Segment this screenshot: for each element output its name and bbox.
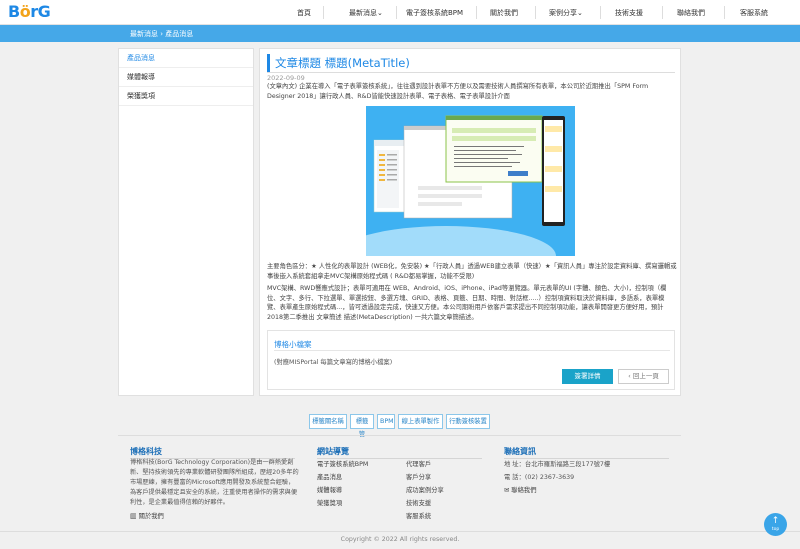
article-title: 文章標題 標題(MetaTitle) bbox=[267, 54, 675, 72]
sidebar-item-media[interactable]: 媒體報導 bbox=[119, 68, 253, 87]
tag-item[interactable]: 標籤管 bbox=[350, 414, 374, 438]
footer-divider bbox=[118, 435, 681, 436]
article-hero-image bbox=[366, 106, 575, 256]
chevron-down-icon: ⌄ bbox=[377, 9, 383, 17]
footer-sitemap-title: 網站導覽 bbox=[317, 447, 349, 456]
footer-contact-title: 聯絡資訊 bbox=[504, 447, 536, 456]
nav-cases-label: 案例分享 bbox=[549, 9, 577, 17]
footer-link-media[interactable]: 媒體報導 bbox=[317, 485, 342, 494]
sidebar-item-product-news[interactable]: 產品消息 bbox=[119, 49, 253, 68]
nav-divider bbox=[724, 6, 725, 19]
footer-link-service[interactable]: 客服系統 bbox=[406, 511, 431, 520]
article-panel: 文章標題 標題(MetaTitle) 2022-09-09 (文章內文) 企業在… bbox=[259, 48, 681, 396]
tag-item[interactable]: BPM bbox=[377, 414, 395, 429]
chevron-down-icon: ⌄ bbox=[577, 9, 583, 17]
site-header: BörG 首頁 最新消息⌄ 電子簽核系統BPM 關於我們 案例分享⌄ 技術支援 … bbox=[0, 0, 800, 25]
nav-contact[interactable]: 聯絡我們 bbox=[677, 8, 705, 18]
tag-item[interactable]: 行動簽核裝置 bbox=[446, 414, 490, 429]
logo-rg: rG bbox=[30, 2, 51, 21]
nav-bpm[interactable]: 電子簽核系統BPM bbox=[406, 8, 463, 18]
footer-link-bpm[interactable]: 電子簽核系統BPM bbox=[317, 459, 368, 468]
details-button[interactable]: 簽署詳情 bbox=[562, 369, 613, 384]
footer-link-product-news[interactable]: 產品消息 bbox=[317, 472, 342, 481]
nav-cases[interactable]: 案例分享⌄ bbox=[549, 8, 583, 18]
tag-item[interactable]: 標籤關名稱 bbox=[309, 414, 347, 429]
card-title: 博格小檔案 bbox=[274, 340, 312, 349]
article-date: 2022-09-09 bbox=[267, 74, 305, 82]
nav-divider bbox=[600, 6, 601, 19]
nav-news-label: 最新消息 bbox=[349, 9, 377, 17]
tag-item[interactable]: 線上表單製作 bbox=[398, 414, 443, 429]
breadcrumb-bar: 最新消息 › 產品消息 bbox=[0, 25, 800, 42]
category-sidebar: 產品消息 媒體報導 榮獲獎項 bbox=[118, 48, 254, 396]
back-button[interactable]: ‹ 回上一頁 bbox=[618, 369, 669, 384]
footer-company-title: 博格科技 bbox=[130, 447, 162, 456]
back-to-top-button[interactable]: ↑ top bbox=[764, 513, 787, 536]
footer-contact-label: 聯絡我們 bbox=[511, 487, 537, 494]
nav-divider bbox=[323, 6, 324, 19]
footer-address: 地 址：台北市羅斯福路三段177號7樓 bbox=[504, 461, 611, 468]
footer-about-link[interactable]: ▥ 關於我們 bbox=[130, 511, 164, 520]
footer-link-agents[interactable]: 代理客戶 bbox=[406, 459, 431, 468]
mail-icon: ✉ bbox=[504, 487, 510, 494]
nav-news[interactable]: 最新消息⌄ bbox=[349, 8, 383, 18]
copyright-text: Copyright © 2022 All rights reserved. bbox=[340, 536, 460, 543]
card-text: (對應MISPortal 每篇文章寫的博格小檔案) bbox=[274, 359, 393, 366]
tag-list: 標籤關名稱 標籤管 BPM 線上表單製作 行動簽核裝置 bbox=[0, 414, 800, 438]
footer-company-text: 博格科技(BorG Technology Corporation)是由一群熱愛創… bbox=[130, 459, 299, 506]
article-intro: (文章內文) 企業在導入「電子表單簽核系統」，往往遇到設計表單不方便以及需要技術… bbox=[267, 83, 649, 100]
nav-divider bbox=[476, 6, 477, 19]
footer-link-clients[interactable]: 客戶分享 bbox=[406, 472, 431, 481]
nav-home[interactable]: 首頁 bbox=[297, 8, 311, 18]
nav-service[interactable]: 客服系統 bbox=[740, 8, 768, 18]
form-designer-illustration bbox=[366, 115, 565, 256]
article-roles: 主要角色區分：★ 人性化的表單設計 (WEB化，免安裝) ★「行政人員」透過WE… bbox=[267, 263, 677, 280]
nav-about[interactable]: 關於我們 bbox=[490, 8, 518, 18]
article-features: MVC架構、RWD響應式設計；表單可適用在 WEB、Android、iOS、iP… bbox=[267, 285, 667, 321]
footer-link-support[interactable]: 技術支援 bbox=[406, 498, 431, 507]
nav-divider bbox=[535, 6, 536, 19]
logo-o: ö bbox=[19, 2, 31, 21]
chart-icon: ▥ bbox=[130, 512, 137, 520]
profile-card: 博格小檔案 (對應MISPortal 每篇文章寫的博格小檔案) 簽署詳情 ‹ 回… bbox=[267, 330, 675, 390]
nav-support[interactable]: 技術支援 bbox=[615, 8, 643, 18]
title-divider bbox=[267, 72, 675, 73]
arrow-up-icon: ↑ bbox=[771, 516, 780, 526]
nav-divider bbox=[662, 6, 663, 19]
top-label: top bbox=[771, 527, 780, 532]
card-divider bbox=[274, 350, 670, 351]
footer-about-label: 關於我們 bbox=[138, 513, 164, 520]
footer-link-cases[interactable]: 成功案例分享 bbox=[406, 485, 444, 494]
nav-divider bbox=[396, 6, 397, 19]
footer-contact-link[interactable]: ✉ 聯絡我們 bbox=[504, 485, 536, 494]
footer-phone: 電 話：(02) 2367-3639 bbox=[504, 474, 575, 481]
footer-link-awards[interactable]: 榮獲獎項 bbox=[317, 498, 342, 507]
logo-b: B bbox=[8, 2, 20, 21]
sidebar-item-awards[interactable]: 榮獲獎項 bbox=[119, 87, 253, 106]
brand-logo[interactable]: BörG bbox=[8, 2, 51, 21]
breadcrumb[interactable]: 最新消息 › 產品消息 bbox=[130, 29, 193, 39]
